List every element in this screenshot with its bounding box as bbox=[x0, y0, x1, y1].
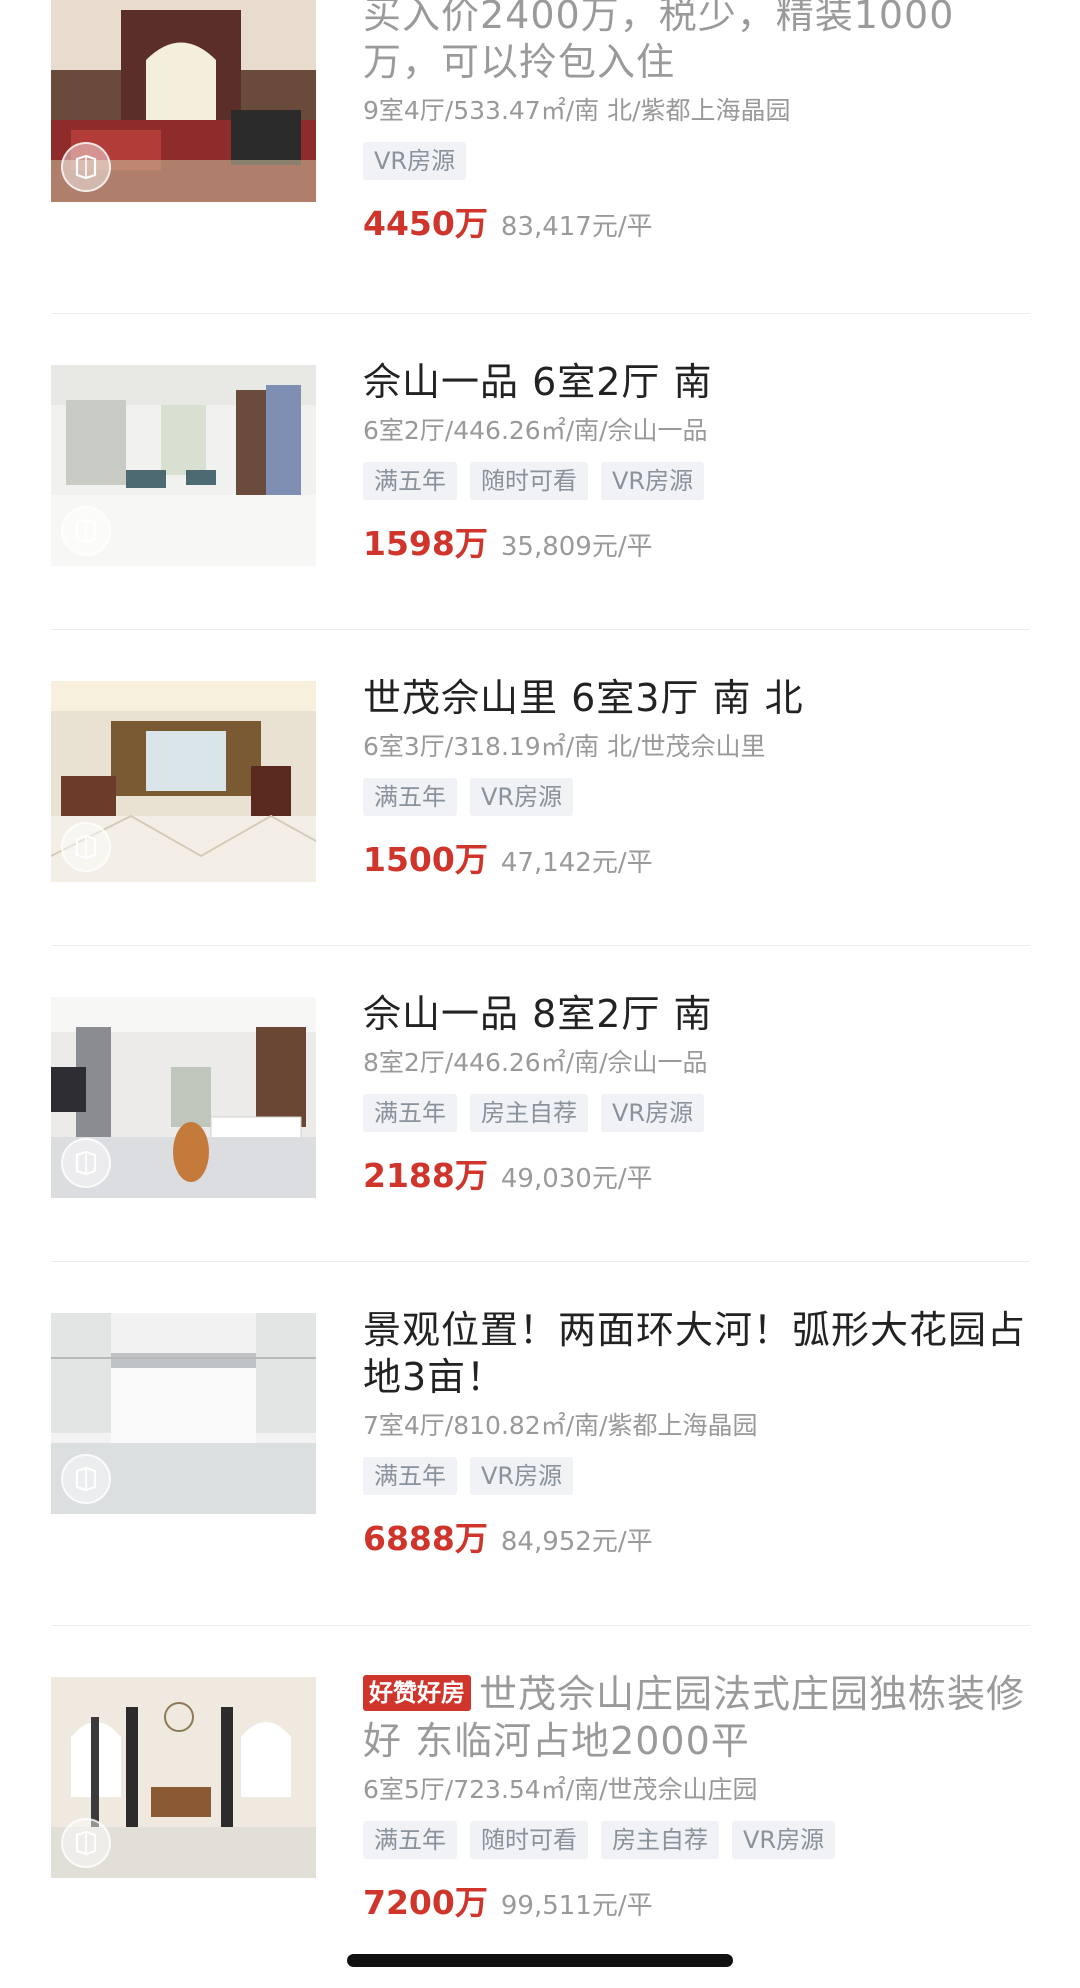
vr-cube-icon bbox=[61, 1818, 111, 1868]
tag-anytime-viewing: 随时可看 bbox=[470, 1821, 588, 1859]
tag-five-years: 满五年 bbox=[363, 1094, 457, 1132]
vr-cube-icon bbox=[61, 142, 111, 192]
tag-vr: VR房源 bbox=[732, 1821, 836, 1859]
tag-anytime-viewing: 随时可看 bbox=[470, 462, 588, 500]
listing-photo[interactable] bbox=[51, 1313, 316, 1514]
hot-listing-badge: 好赞好房 bbox=[363, 1675, 471, 1711]
price-row: 1500万 47,142元/平 bbox=[363, 838, 1030, 882]
listing-info: 世茂佘山里 6室3厅 南 北 6室3厅/318.19㎡/南 北/世茂佘山里 满五… bbox=[363, 675, 1030, 882]
tag-list: VR房源 bbox=[363, 142, 1030, 180]
price-row: 2188万 49,030元/平 bbox=[363, 1154, 1030, 1198]
tag-list: 满五年 VR房源 bbox=[363, 778, 1030, 816]
home-indicator[interactable] bbox=[347, 1954, 733, 1967]
total-price: 1500万 bbox=[363, 840, 488, 879]
vr-cube-icon bbox=[61, 1138, 111, 1188]
price-row: 6888万 84,952元/平 bbox=[363, 1517, 1030, 1561]
tag-owner-recommend: 房主自荐 bbox=[470, 1094, 588, 1132]
listing-info: 买入价2400万，税少，精装1000万，可以拎包入住 9室4厅/533.47㎡/… bbox=[363, 0, 1030, 246]
tag-list: 满五年 VR房源 bbox=[363, 1457, 1030, 1495]
listing-meta: 6室5厅/723.54㎡/南/世茂佘山庄园 bbox=[363, 1775, 758, 1804]
listing-meta: 8室2厅/446.26㎡/南/佘山一品 bbox=[363, 1048, 708, 1077]
total-price: 1598万 bbox=[363, 524, 488, 563]
tag-vr: VR房源 bbox=[363, 142, 467, 180]
listing-title[interactable]: 好赞好房 世茂佘山庄园法式庄园独栋装修好 东临河占地2000平 bbox=[363, 1671, 1030, 1765]
unit-price: 49,030元/平 bbox=[500, 1164, 653, 1194]
price-row: 1598万 35,809元/平 bbox=[363, 522, 1030, 566]
tag-vr: VR房源 bbox=[601, 462, 705, 500]
listing-meta: 7室4厅/810.82㎡/南/紫都上海晶园 bbox=[363, 1411, 758, 1440]
tag-five-years: 满五年 bbox=[363, 1457, 457, 1495]
listing-photo[interactable] bbox=[51, 365, 316, 566]
tag-five-years: 满五年 bbox=[363, 778, 457, 816]
listing-meta: 9室4厅/533.47㎡/南 北/紫都上海晶园 bbox=[363, 96, 791, 125]
listing-title[interactable]: 佘山一品 8室2厅 南 bbox=[363, 991, 1030, 1038]
price-row: 4450万 83,417元/平 bbox=[363, 202, 1030, 246]
listing-list: 买入价2400万，税少，精装1000万，可以拎包入住 9室4厅/533.47㎡/… bbox=[0, 0, 1080, 1986]
vr-cube-icon bbox=[61, 822, 111, 872]
listing-item[interactable]: 世茂佘山里 6室3厅 南 北 6室3厅/318.19㎡/南 北/世茂佘山里 满五… bbox=[51, 630, 1030, 946]
listing-info: 好赞好房 世茂佘山庄园法式庄园独栋装修好 东临河占地2000平 6室5厅/723.… bbox=[363, 1671, 1030, 1925]
tag-five-years: 满五年 bbox=[363, 462, 457, 500]
total-price: 6888万 bbox=[363, 1519, 488, 1558]
tag-list: 满五年 随时可看 VR房源 bbox=[363, 462, 1030, 500]
tag-vr: VR房源 bbox=[601, 1094, 705, 1132]
listing-title[interactable]: 买入价2400万，税少，精装1000万，可以拎包入住 bbox=[363, 0, 1030, 86]
listing-info: 佘山一品 6室2厅 南 6室2厅/446.26㎡/南/佘山一品 满五年 随时可看… bbox=[363, 359, 1030, 566]
price-row: 7200万 99,511元/平 bbox=[363, 1881, 1030, 1925]
vr-cube-icon bbox=[61, 1454, 111, 1504]
unit-price: 83,417元/平 bbox=[500, 212, 653, 242]
unit-price: 84,952元/平 bbox=[500, 1527, 653, 1557]
total-price: 4450万 bbox=[363, 204, 488, 243]
listing-item[interactable]: 买入价2400万，税少，精装1000万，可以拎包入住 9室4厅/533.47㎡/… bbox=[51, 0, 1030, 314]
unit-price: 47,142元/平 bbox=[500, 848, 653, 878]
listing-photo[interactable] bbox=[51, 681, 316, 882]
listing-item[interactable]: 佘山一品 6室2厅 南 6室2厅/446.26㎡/南/佘山一品 满五年 随时可看… bbox=[51, 314, 1030, 630]
vr-cube-icon bbox=[61, 506, 111, 556]
tag-list: 满五年 房主自荐 VR房源 bbox=[363, 1094, 1030, 1132]
listing-title[interactable]: 景观位置！两面环大河！弧形大花园占地3亩！ bbox=[363, 1307, 1030, 1401]
tag-five-years: 满五年 bbox=[363, 1821, 457, 1859]
unit-price: 99,511元/平 bbox=[500, 1891, 653, 1921]
listing-meta: 6室3厅/318.19㎡/南 北/世茂佘山里 bbox=[363, 732, 766, 761]
listing-title[interactable]: 佘山一品 6室2厅 南 bbox=[363, 359, 1030, 406]
listing-photo[interactable] bbox=[51, 0, 316, 202]
listing-meta: 6室2厅/446.26㎡/南/佘山一品 bbox=[363, 416, 708, 445]
total-price: 2188万 bbox=[363, 1156, 488, 1195]
listing-photo[interactable] bbox=[51, 997, 316, 1198]
tag-vr: VR房源 bbox=[470, 1457, 574, 1495]
listing-info: 佘山一品 8室2厅 南 8室2厅/446.26㎡/南/佘山一品 满五年 房主自荐… bbox=[363, 991, 1030, 1198]
listing-item[interactable]: 好赞好房 世茂佘山庄园法式庄园独栋装修好 东临河占地2000平 6室5厅/723.… bbox=[51, 1626, 1030, 1986]
tag-owner-recommend: 房主自荐 bbox=[601, 1821, 719, 1859]
listing-item[interactable]: 景观位置！两面环大河！弧形大花园占地3亩！ 7室4厅/810.82㎡/南/紫都上… bbox=[51, 1262, 1030, 1626]
total-price: 7200万 bbox=[363, 1883, 488, 1922]
listing-photo[interactable] bbox=[51, 1677, 316, 1878]
listing-info: 景观位置！两面环大河！弧形大花园占地3亩！ 7室4厅/810.82㎡/南/紫都上… bbox=[363, 1307, 1030, 1561]
tag-list: 满五年 随时可看 房主自荐 VR房源 bbox=[363, 1821, 1030, 1859]
unit-price: 35,809元/平 bbox=[500, 532, 653, 562]
tag-vr: VR房源 bbox=[470, 778, 574, 816]
listing-title[interactable]: 世茂佘山里 6室3厅 南 北 bbox=[363, 675, 1030, 722]
listing-item[interactable]: 佘山一品 8室2厅 南 8室2厅/446.26㎡/南/佘山一品 满五年 房主自荐… bbox=[51, 946, 1030, 1262]
